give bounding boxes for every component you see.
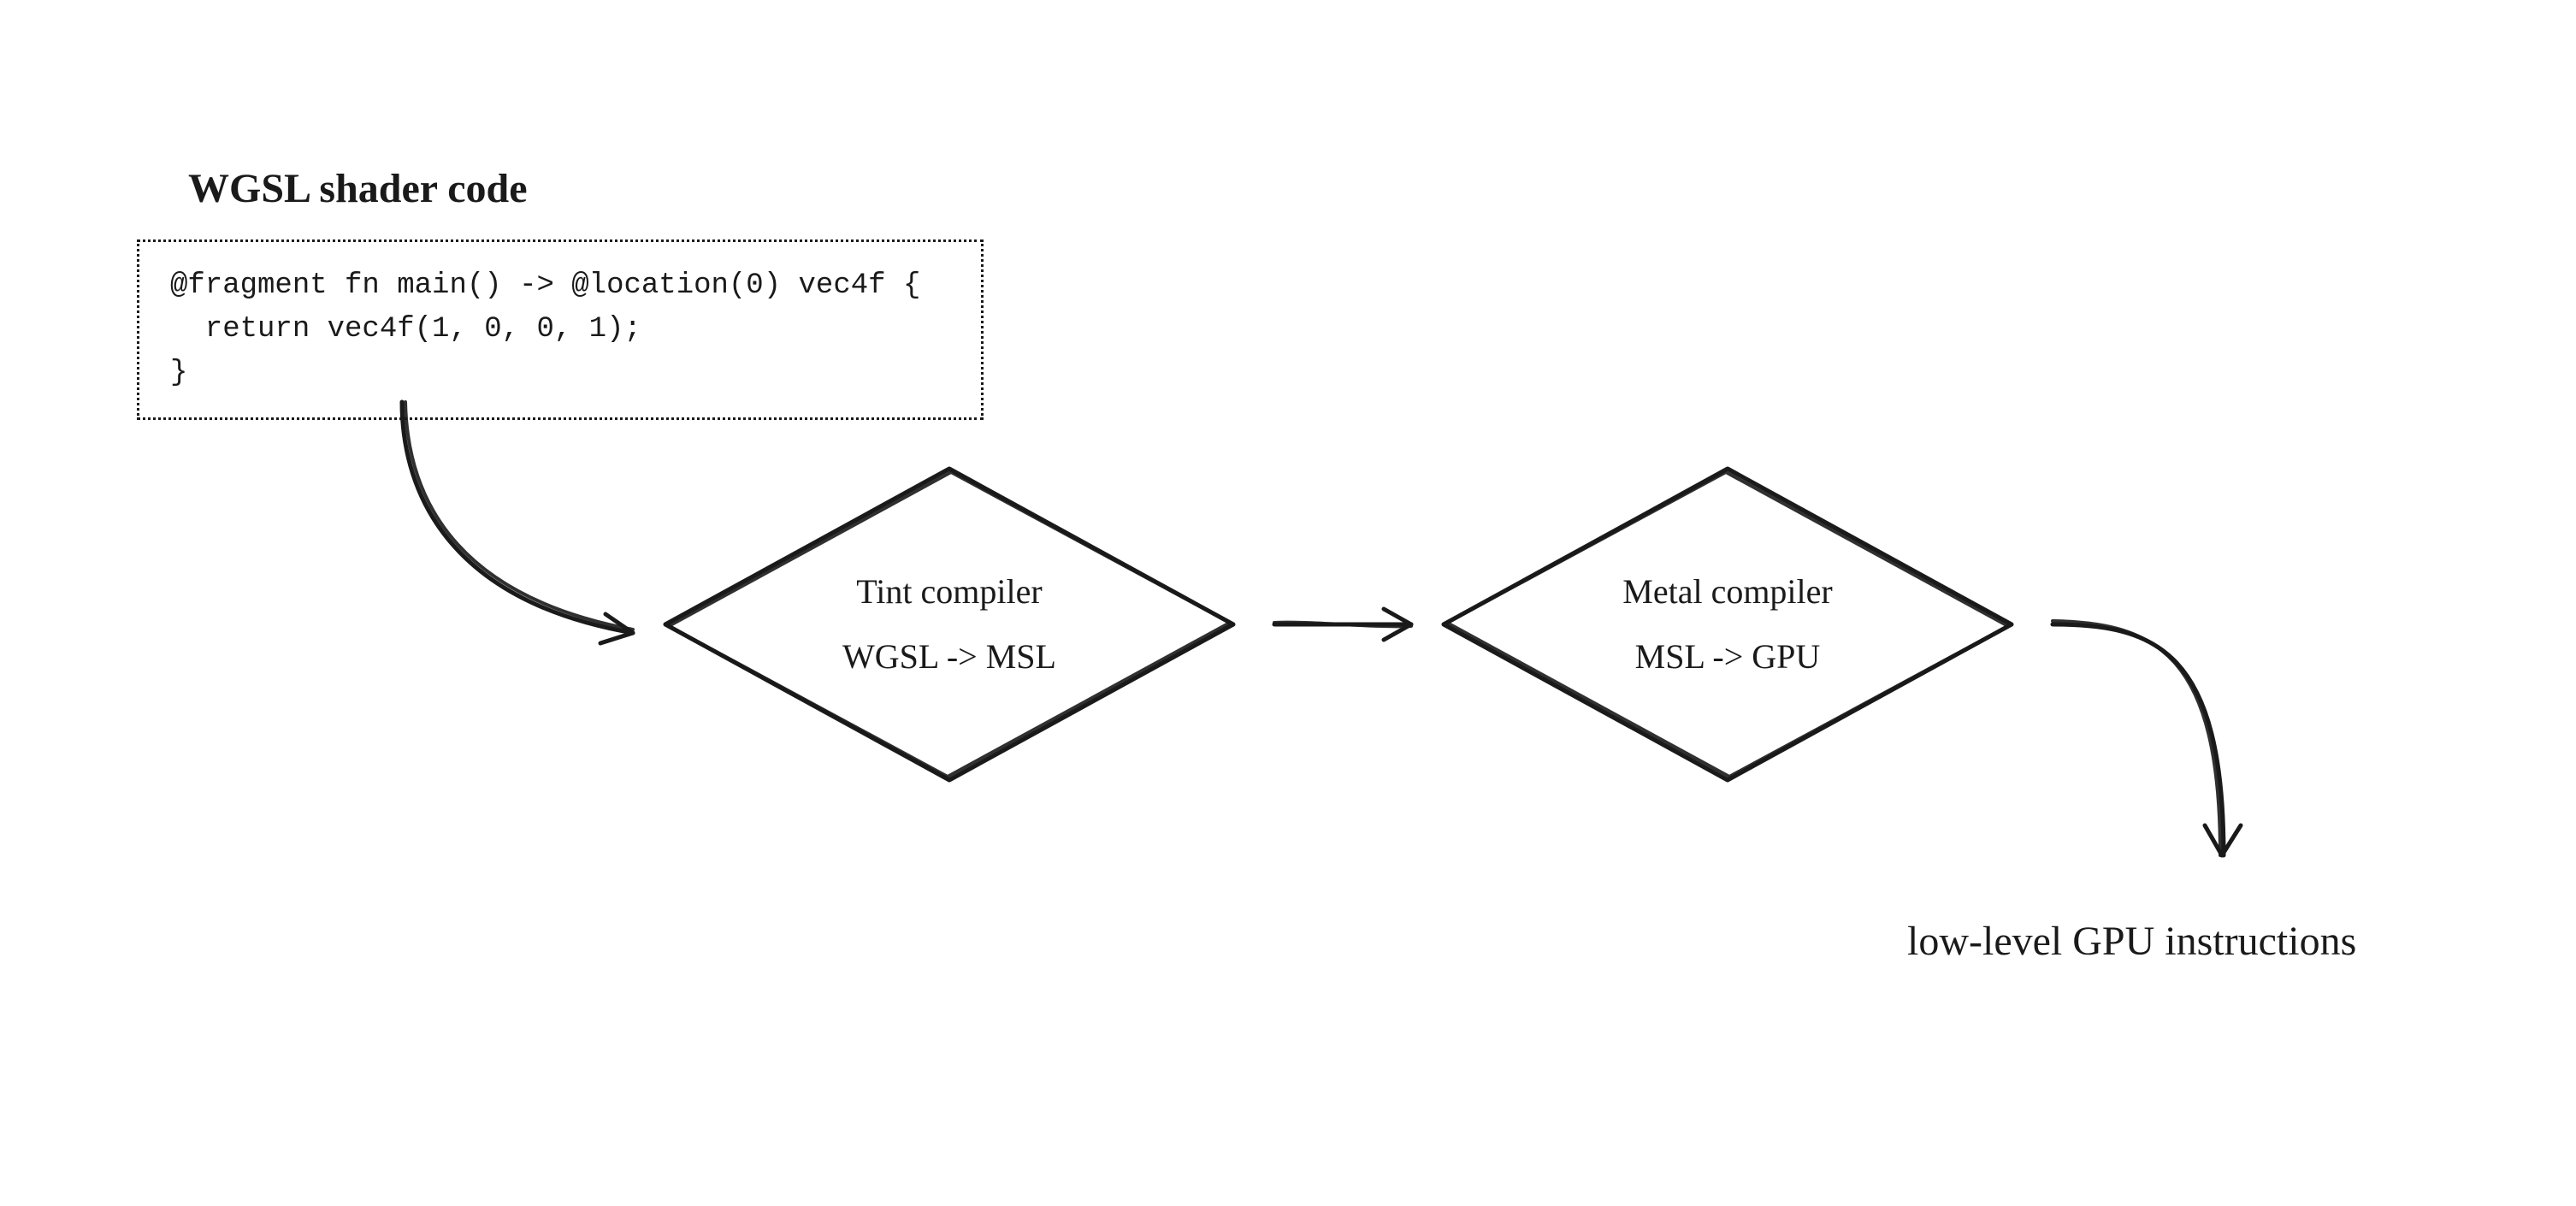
diagram-canvas: WGSL shader code @fragment fn main() -> … — [0, 0, 2576, 1206]
arrow-code-to-tint — [402, 402, 633, 643]
code-line-1: @fragment fn main() -> @location(0) vec4… — [170, 269, 920, 302]
arrow-tint-to-metal — [1274, 609, 1411, 640]
tint-title: Tint compiler — [842, 559, 1056, 624]
wgsl-title: WGSL shader code — [188, 163, 528, 216]
arrow-metal-to-output — [2053, 621, 2241, 855]
tint-sub: WGSL -> MSL — [842, 624, 1056, 689]
code-line-2: return vec4f(1, 0, 0, 1); — [170, 313, 641, 346]
metal-text: Metal compiler MSL -> GPU — [1622, 559, 1832, 689]
tint-text: Tint compiler WGSL -> MSL — [842, 559, 1056, 689]
code-line-3: } — [170, 357, 187, 389]
metal-title: Metal compiler — [1622, 559, 1832, 624]
metal-compiler-node: Metal compiler MSL -> GPU — [1437, 462, 2018, 787]
tint-compiler-node: Tint compiler WGSL -> MSL — [659, 462, 1240, 787]
metal-sub: MSL -> GPU — [1622, 624, 1832, 689]
wgsl-code-box: @fragment fn main() -> @location(0) vec4… — [137, 239, 984, 420]
output-label: low-level GPU instructions — [1907, 915, 2356, 968]
